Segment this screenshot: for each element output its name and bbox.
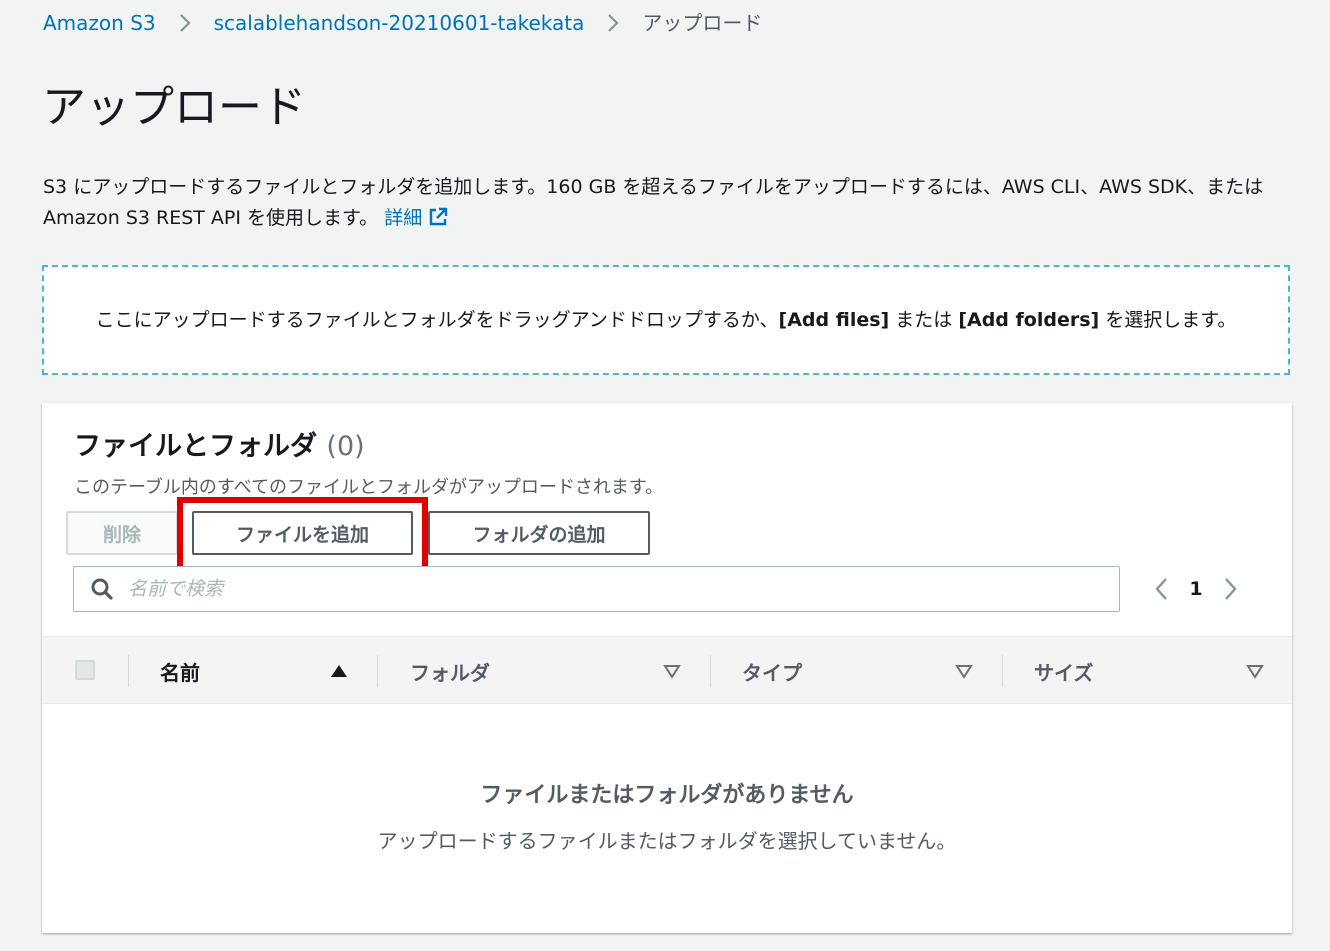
pagination: 1 bbox=[1150, 569, 1242, 609]
column-divider bbox=[1002, 655, 1003, 687]
column-header-type-label: タイプ bbox=[742, 660, 802, 685]
sort-icon[interactable] bbox=[1246, 662, 1264, 680]
empty-state-description: アップロードするファイルまたはフォルダを選択していません。 bbox=[377, 829, 957, 853]
files-and-folders-panel: ファイルとフォルダ (0) このテーブル内のすべてのファイルとフォルダがアップロ… bbox=[42, 403, 1292, 933]
sort-ascending-icon[interactable] bbox=[330, 662, 348, 680]
select-all-checkbox[interactable] bbox=[75, 660, 95, 680]
column-header-name[interactable]: 名前 bbox=[160, 637, 200, 705]
breadcrumb-item-amazon-s3[interactable]: Amazon S3 bbox=[43, 9, 156, 37]
chevron-right-icon bbox=[1225, 578, 1237, 600]
page-description: S3 にアップロードするファイルとフォルダを追加します。160 GB を超えるフ… bbox=[43, 172, 1303, 237]
page-title: アップロード bbox=[42, 82, 306, 133]
delete-button[interactable]: 削除 bbox=[66, 511, 178, 555]
drop-zone-add-folders-label: [Add folders] bbox=[958, 308, 1100, 331]
drop-zone-text: ここにアップロードするファイルとフォルダをドラッグアンドドロップするか、[Add… bbox=[61, 305, 1271, 336]
table-header: 名前 フォルダ タイプ サイズ bbox=[42, 636, 1292, 704]
learn-more-link[interactable]: 詳細 bbox=[384, 207, 448, 229]
sort-icon[interactable] bbox=[955, 662, 973, 680]
column-header-folder-label: フォルダ bbox=[410, 660, 490, 685]
column-header-type[interactable]: タイプ bbox=[742, 637, 802, 705]
chevron-right-icon bbox=[176, 9, 196, 37]
drop-zone-add-files-label: [Add files] bbox=[778, 308, 890, 331]
panel-title: ファイルとフォルダ (0) bbox=[74, 429, 365, 465]
drop-zone-text-part3: を選択します。 bbox=[1099, 308, 1237, 331]
column-header-name-label: 名前 bbox=[160, 660, 200, 685]
learn-more-label: 詳細 bbox=[384, 207, 423, 229]
page-description-text: S3 にアップロードするファイルとフォルダを追加します。160 GB を超えるフ… bbox=[43, 176, 1264, 229]
search-input[interactable] bbox=[126, 577, 1119, 601]
search-icon bbox=[91, 578, 113, 600]
current-page-number[interactable]: 1 bbox=[1174, 578, 1218, 600]
chevron-right-icon bbox=[604, 9, 624, 37]
column-divider bbox=[377, 655, 378, 687]
breadcrumb-item-current: アップロード bbox=[642, 11, 763, 35]
panel-title-count: (0) bbox=[326, 431, 365, 462]
column-header-size[interactable]: サイズ bbox=[1034, 637, 1093, 705]
chevron-left-icon bbox=[1155, 578, 1167, 600]
column-header-size-label: サイズ bbox=[1034, 660, 1094, 685]
add-files-button[interactable]: ファイルを追加 bbox=[192, 511, 413, 555]
external-link-icon bbox=[428, 206, 448, 237]
breadcrumb: Amazon S3 scalablehandson-20210601-takek… bbox=[43, 9, 762, 37]
search-box bbox=[73, 566, 1120, 612]
breadcrumb-item-bucket[interactable]: scalablehandson-20210601-takekata bbox=[214, 9, 585, 37]
panel-title-text: ファイルとフォルダ bbox=[74, 431, 317, 462]
next-page-button[interactable] bbox=[1218, 569, 1242, 609]
drop-zone[interactable]: ここにアップロードするファイルとフォルダをドラッグアンドドロップするか、[Add… bbox=[42, 265, 1290, 375]
panel-description: このテーブル内のすべてのファイルとフォルダがアップロードされます。 bbox=[74, 477, 664, 498]
sort-icon[interactable] bbox=[663, 662, 681, 680]
column-divider bbox=[710, 655, 711, 687]
add-folder-button[interactable]: フォルダの追加 bbox=[428, 511, 650, 555]
column-divider bbox=[128, 655, 129, 687]
drop-zone-text-part2: または bbox=[889, 308, 959, 331]
previous-page-button[interactable] bbox=[1150, 569, 1174, 609]
drop-zone-text-part1: ここにアップロードするファイルとフォルダをドラッグアンドドロップするか、 bbox=[95, 308, 779, 331]
empty-state-title: ファイルまたはフォルダがありません bbox=[480, 783, 854, 808]
column-header-folder[interactable]: フォルダ bbox=[410, 637, 490, 705]
